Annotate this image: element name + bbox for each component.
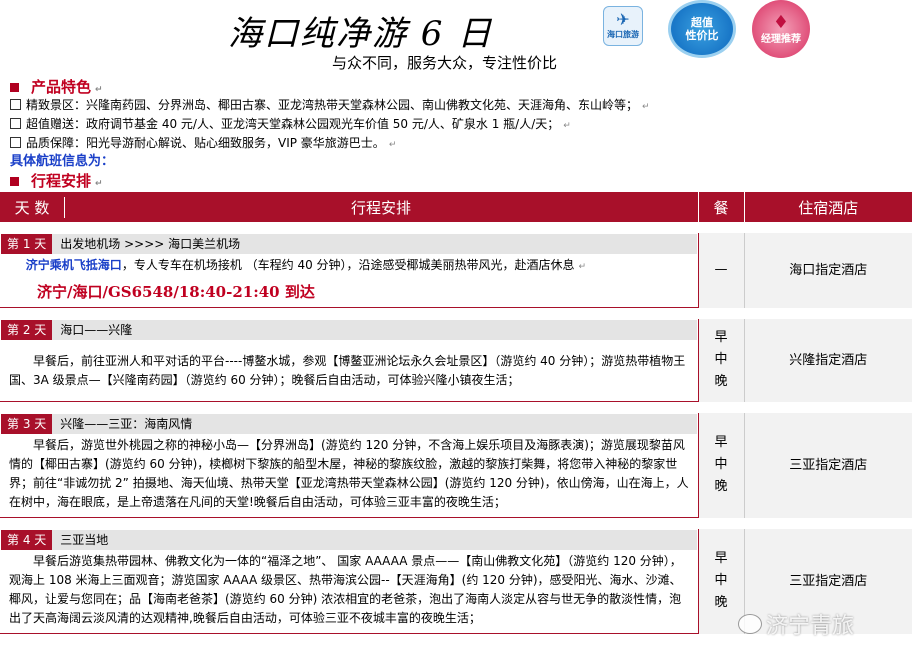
day-description: 早餐后游览集热带园林、佛教文化为一体的“福泽之地”、 国家 AAAAA 景点——… [9,554,682,625]
day-title: 出发地机场 >>>> 海口美兰机场 [60,237,241,251]
meal-cell: 早 中 晚 [697,529,745,634]
day-2-content: 第 2 天海口——兴隆 早餐后，前往亚洲人和平对话的平台----博鳌水城，参观【… [0,319,698,402]
day-description: ，专人专车在机场接机 （车程约 40 分钟），沿途感受椰城美丽热带风光，赴酒店休… [121,258,575,272]
checkbox-icon [10,99,21,110]
watermark: 济宁青旅 [766,614,855,639]
hotel-cell: 海口指定酒店 [744,233,912,308]
table-row: 第 3 天兴隆——三亚：海南风情 早餐后，游览世外桃园之称的神秘小岛—【分界洲岛… [0,413,912,518]
page-title: 海口纯净游 6 日 [228,14,494,54]
day-title: 三亚当地 [60,533,109,547]
brand-logo: ✈ 海口旅游 [603,6,643,46]
column-header-schedule: 天 数行程安排 [0,192,699,222]
airplane-icon: ✈ [616,9,630,29]
table-header: 天 数行程安排 餐 住宿酒店 [0,192,912,222]
brand-logo-label: 海口旅游 [607,29,639,39]
day-title: 海口——兴隆 [60,323,133,337]
table-row: 第 2 天海口——兴隆 早餐后，前往亚洲人和平对话的平台----博鳌水城，参观【… [0,319,912,402]
bullet-square-icon [10,83,19,92]
checkbox-icon [10,137,21,148]
day-description: 早餐后，游览世外桃园之称的神秘小岛—【分界洲岛】(游览约 120 分钟，不含海上… [9,438,689,509]
necktie-icon: ♦ [772,11,790,33]
column-header-meal: 餐 [698,192,745,222]
day-label: 第 1 天 [1,234,53,254]
flight-info-label: 具体航班信息为： [10,154,115,169]
meal-cell: 早 中 晚 [697,319,745,402]
feature-item: 超值赠送：政府调节基金 40 元/人、亚龙湾天堂森林公园观光车价值 50 元/人… [10,115,571,132]
manager-badge-label: 经理推荐 [761,33,801,45]
bullet-square-icon [10,177,19,186]
day-label: 第 4 天 [1,530,53,550]
page-subtitle: 与众不同，服务大众，专注性价比 [332,54,558,72]
meal-cell: 早 中 晚 [697,413,745,518]
feature-item: 精致景区：兴隆南药园、分界洲岛、椰田古寨、亚龙湾热带天堂森林公园、南山佛教文化苑… [10,96,650,113]
value-badge-label: 超值 性价比 [685,16,719,42]
meal-cell: — [697,233,745,308]
manager-badge: ♦ 经理推荐 [752,0,810,58]
itinerary-heading: 行程安排 ↵ [10,170,103,191]
value-badge: 超值 性价比 [668,0,736,58]
day-label: 第 2 天 [1,320,53,340]
flight-number: 济宁/海口/GS6548/18:40-21:40 到达 [37,283,315,301]
day-3-content: 第 3 天兴隆——三亚：海南风情 早餐后，游览世外桃园之称的神秘小岛—【分界洲岛… [0,413,698,518]
hotel-cell: 三亚指定酒店 [744,413,912,518]
column-header-hotel: 住宿酒店 [744,192,912,222]
wechat-icon [738,614,762,634]
day-label: 第 3 天 [1,414,53,434]
day-description: 早餐后，前往亚洲人和平对话的平台----博鳌水城，参观【博鳌亚洲论坛永久会址景区… [9,354,686,387]
day-title: 兴隆——三亚：海南风情 [60,417,193,431]
hotel-cell: 兴隆指定酒店 [744,319,912,402]
features-heading: 产品特色 ↵ [10,76,103,97]
feature-item: 品质保障：阳光导游耐心解说、贴心细致服务，VIP 豪华旅游巴士。 ↵ [10,134,396,151]
table-row: 第 1 天出发地机场 >>>> 海口美兰机场 济宁乘机飞抵海口，专人专车在机场接… [0,233,912,308]
day-desc-lead: 济宁乘机飞抵海口 [25,258,122,272]
itinerary-table: 天 数行程安排 餐 住宿酒店 第 1 天出发地机场 >>>> 海口美兰机场 济宁… [0,192,912,634]
checkbox-icon [10,118,21,129]
day-1-content: 第 1 天出发地机场 >>>> 海口美兰机场 济宁乘机飞抵海口，专人专车在机场接… [0,233,698,308]
day-4-content: 第 4 天三亚当地 早餐后游览集热带园林、佛教文化为一体的“福泽之地”、 国家 … [0,529,698,634]
